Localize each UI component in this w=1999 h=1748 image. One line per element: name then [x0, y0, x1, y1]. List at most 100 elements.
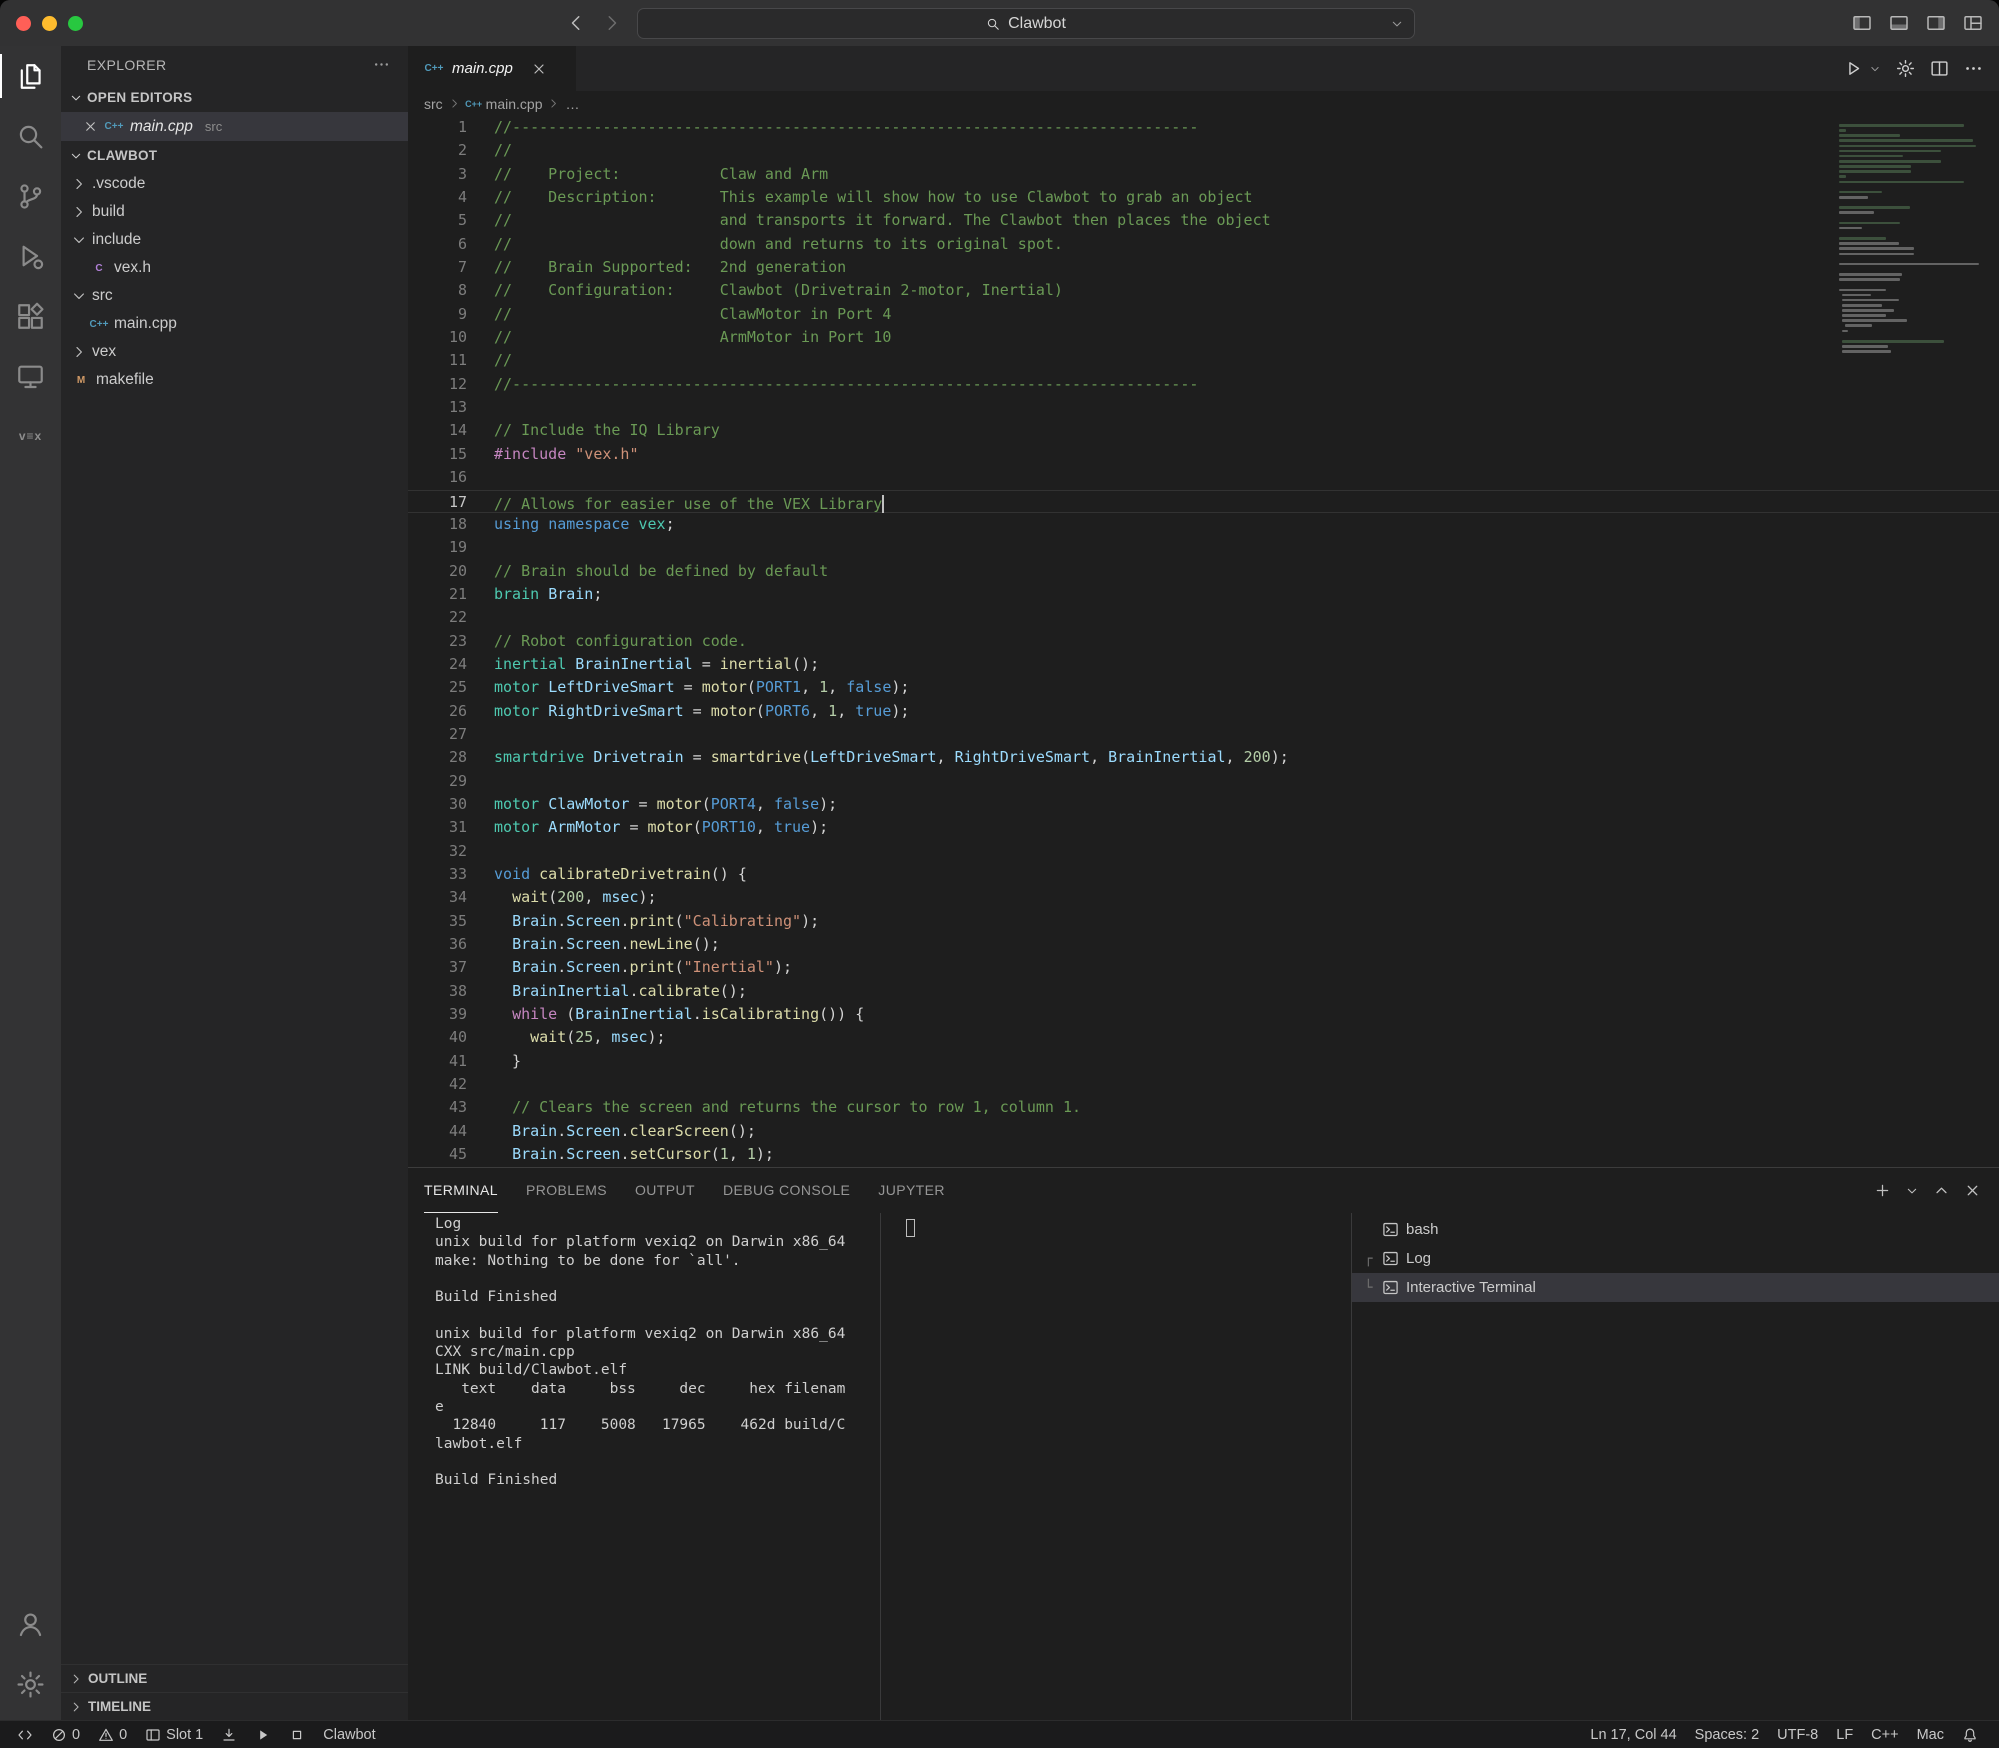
code-line[interactable]: 3 // Project: Claw and Arm: [408, 163, 1999, 186]
status-notifications[interactable]: [1953, 1721, 1987, 1748]
close-icon[interactable]: [83, 119, 98, 134]
code-line[interactable]: 5 // and transports it forward. The Clawb…: [408, 209, 1999, 232]
zoom-window-button[interactable]: [68, 15, 83, 31]
close-window-button[interactable]: [16, 15, 31, 31]
status-encoding[interactable]: UTF-8: [1768, 1721, 1827, 1748]
gear-icon[interactable]: [1896, 59, 1915, 78]
code-line[interactable]: 14 // Include the IQ Library: [408, 419, 1999, 442]
code-line[interactable]: 36 Brain.Screen.newLine();: [408, 933, 1999, 956]
code-line[interactable]: 2 //: [408, 139, 1999, 162]
code-line[interactable]: 15 #include "vex.h": [408, 443, 1999, 466]
sidebar-section-outline[interactable]: OUTLINE: [61, 1664, 408, 1692]
run-dropdown-chevron[interactable]: [1869, 63, 1881, 75]
activity-item-explorer[interactable]: [0, 46, 61, 106]
panel-tab-jupyter[interactable]: JUPYTER: [878, 1168, 945, 1213]
code-line[interactable]: 25 motor LeftDriveSmart = motor(PORT1, 1,…: [408, 676, 1999, 699]
chevron-down-icon[interactable]: [1390, 17, 1404, 31]
new-terminal-button[interactable]: [1874, 1182, 1891, 1199]
activity-item-run-debug[interactable]: [0, 226, 61, 286]
code-line[interactable]: 37 Brain.Screen.print("Inertial");: [408, 956, 1999, 979]
code-line[interactable]: 33 void calibrateDrivetrain() {: [408, 863, 1999, 886]
code-line[interactable]: 18 using namespace vex;: [408, 513, 1999, 536]
code-line[interactable]: 22: [408, 606, 1999, 629]
panel-tab-problems[interactable]: PROBLEMS: [526, 1168, 607, 1213]
code-line[interactable]: 28 smartdrive Drivetrain = smartdrive(Lef…: [408, 746, 1999, 769]
code-line[interactable]: 11 //: [408, 349, 1999, 372]
terminal-picker-chevron[interactable]: [1905, 1184, 1919, 1198]
toggle-panel-button[interactable]: [1889, 13, 1909, 33]
status-indentation[interactable]: Spaces: 2: [1686, 1721, 1769, 1748]
code-line[interactable]: 1 //-------------------------------------…: [408, 116, 1999, 139]
code-line[interactable]: 40 wait(25, msec);: [408, 1026, 1999, 1049]
code-line[interactable]: 35 Brain.Screen.print("Calibrating");: [408, 910, 1999, 933]
code-line[interactable]: 21 brain Brain;: [408, 583, 1999, 606]
tree-item-makefile[interactable]: Mmakefile: [61, 366, 408, 394]
activity-item-vex[interactable]: v≡x: [0, 406, 61, 466]
code-line[interactable]: 16: [408, 466, 1999, 489]
tree-item-main-cpp[interactable]: C++ main.cpp: [61, 310, 408, 338]
code-editor[interactable]: 1 //-------------------------------------…: [408, 116, 1999, 1167]
code-line[interactable]: 34 wait(200, msec);: [408, 886, 1999, 909]
status-language-mode[interactable]: C++: [1862, 1721, 1907, 1748]
run-file-button[interactable]: [1844, 59, 1863, 78]
status-remote[interactable]: [8, 1721, 42, 1748]
code-line[interactable]: 6 // down and returns to its original spo…: [408, 233, 1999, 256]
breadcrumb-item[interactable]: C++ main.cpp: [465, 96, 542, 112]
terminal-list-item[interactable]: bash: [1352, 1215, 1999, 1244]
code-line[interactable]: 45 Brain.Screen.setCursor(1, 1);: [408, 1143, 1999, 1166]
terminal-list-item[interactable]: └ Interactive Terminal: [1352, 1273, 1999, 1302]
status-slot[interactable]: Slot 1: [136, 1721, 212, 1748]
code-line[interactable]: 24 inertial BrainInertial = inertial();: [408, 653, 1999, 676]
activity-item-remote-explorer[interactable]: [0, 346, 61, 406]
activity-item-settings[interactable]: [0, 1654, 61, 1714]
code-line[interactable]: 41 }: [408, 1050, 1999, 1073]
activity-item-extensions[interactable]: [0, 286, 61, 346]
code-line[interactable]: 19: [408, 536, 1999, 559]
code-line[interactable]: 32: [408, 840, 1999, 863]
code-line[interactable]: 13: [408, 396, 1999, 419]
status-stop-program[interactable]: [280, 1721, 314, 1748]
status-run-program[interactable]: [246, 1721, 280, 1748]
command-center[interactable]: Clawbot: [637, 8, 1415, 39]
project-root-header[interactable]: CLAWBOT: [61, 141, 408, 170]
code-line[interactable]: 20 // Brain should be defined by default: [408, 560, 1999, 583]
tab-main-cpp[interactable]: C++ main.cpp: [408, 46, 576, 91]
code-line[interactable]: 43 // Clears the screen and returns the …: [408, 1096, 1999, 1119]
code-line[interactable]: 38 BrainInertial.calibrate();: [408, 980, 1999, 1003]
panel-tab-debug-console[interactable]: DEBUG CONSOLE: [723, 1168, 850, 1213]
code-line[interactable]: 27: [408, 723, 1999, 746]
code-line[interactable]: 44 Brain.Screen.clearScreen();: [408, 1120, 1999, 1143]
code-line[interactable]: 17 // Allows for easier use of the VEX Li…: [408, 489, 1999, 513]
close-tab-icon[interactable]: [531, 61, 547, 77]
more-actions-icon[interactable]: [373, 56, 390, 73]
status-warnings[interactable]: 0: [89, 1721, 136, 1748]
sidebar-section-timeline[interactable]: TIMELINE: [61, 1692, 408, 1720]
code-line[interactable]: 7 // Brain Supported: 2nd generation: [408, 256, 1999, 279]
terminal-output[interactable]: Log unix build for platform vexiq2 on Da…: [435, 1215, 875, 1489]
activity-item-accounts[interactable]: [0, 1594, 61, 1654]
terminal-split-divider[interactable]: [880, 1213, 881, 1720]
close-panel-button[interactable]: [1964, 1182, 1981, 1199]
terminal-list-item[interactable]: ┌ Log: [1352, 1244, 1999, 1273]
activity-item-search[interactable]: [0, 106, 61, 166]
code-line[interactable]: 12 //------------------------------------…: [408, 373, 1999, 396]
breadcrumb-item[interactable]: src: [424, 96, 443, 112]
more-editor-actions-button[interactable]: [1964, 59, 1983, 78]
back-button[interactable]: [566, 13, 586, 33]
breadcrumb-item[interactable]: …: [565, 96, 579, 112]
code-line[interactable]: 26 motor RightDriveSmart = motor(PORT6, 1…: [408, 700, 1999, 723]
code-line[interactable]: 29: [408, 770, 1999, 793]
customize-layout-button[interactable]: [1963, 13, 1983, 33]
maximize-panel-button[interactable]: [1933, 1182, 1950, 1199]
status-cursor-position[interactable]: Ln 17, Col 44: [1581, 1721, 1685, 1748]
code-line[interactable]: 39 while (BrainInertial.isCalibrating())…: [408, 1003, 1999, 1026]
code-line[interactable]: 31 motor ArmMotor = motor(PORT10, true);: [408, 816, 1999, 839]
code-line[interactable]: 42: [408, 1073, 1999, 1096]
status-platform-target[interactable]: Mac: [1908, 1721, 1953, 1748]
forward-button[interactable]: [602, 13, 622, 33]
split-editor-button[interactable]: [1930, 59, 1949, 78]
code-line[interactable]: 30 motor ClawMotor = motor(PORT4, false);: [408, 793, 1999, 816]
toggle-secondary-sidebar-button[interactable]: [1926, 13, 1946, 33]
activity-item-source-control[interactable]: [0, 166, 61, 226]
tree-item-vex-h[interactable]: Cvex.h: [61, 254, 408, 282]
